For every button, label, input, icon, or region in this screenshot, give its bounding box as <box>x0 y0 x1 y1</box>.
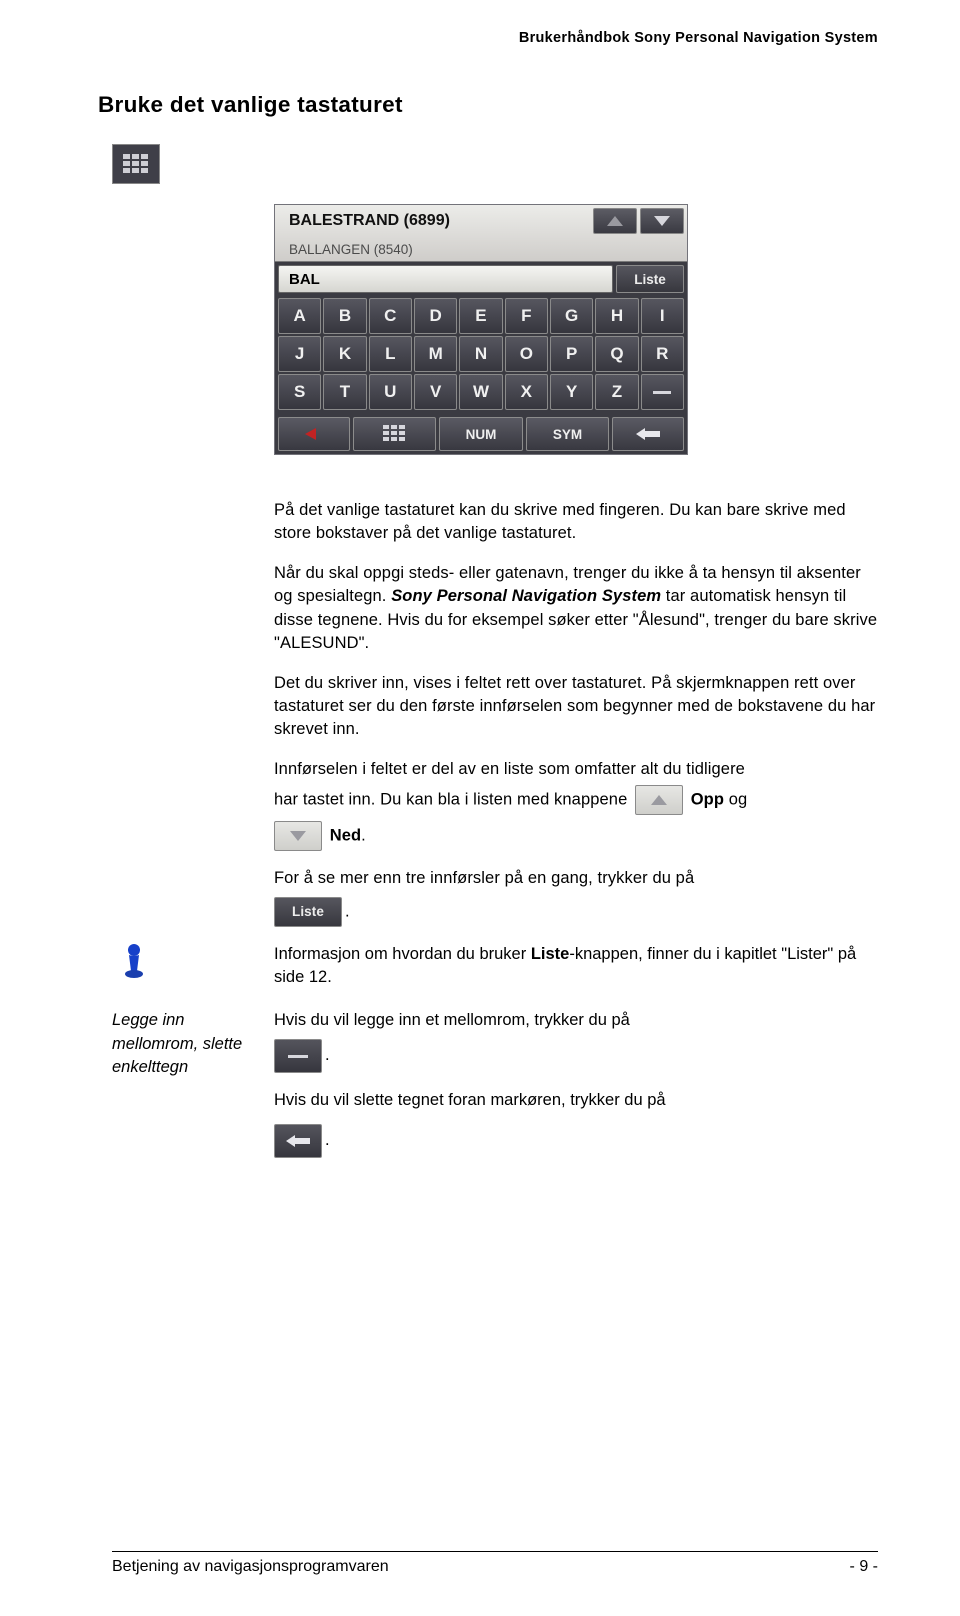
key-m[interactable]: M <box>414 336 457 372</box>
key-a[interactable]: A <box>278 298 321 334</box>
paragraph-1: På det vanlige tastaturet kan du skrive … <box>274 499 878 546</box>
info-pawn-icon <box>122 943 150 984</box>
key-n[interactable]: N <box>459 336 502 372</box>
keyboard-screenshot: BALESTRAND (6899) BALLANGEN (8540) BAL L… <box>274 204 688 455</box>
suggestion-secondary[interactable]: BALLANGEN (8540) <box>275 242 413 257</box>
inline-liste-line: Liste. <box>274 897 878 927</box>
paragraph-5: har tastet inn. Du kan bla i listen med … <box>274 785 878 815</box>
backspace-button[interactable] <box>612 417 684 451</box>
sym-button[interactable]: SYM <box>526 417 609 451</box>
num-button[interactable]: NUM <box>439 417 522 451</box>
backspace-key-icon <box>274 1124 322 1158</box>
delete-line: Hvis du vil slette tegnet foran markøren… <box>274 1089 878 1112</box>
suggestion-primary[interactable]: BALESTRAND (6899) <box>275 212 593 230</box>
paragraph-4: Innførselen i feltet er del av en liste … <box>274 758 878 781</box>
space-key-line: . <box>274 1039 878 1073</box>
key-i[interactable]: I <box>641 298 684 334</box>
key-x[interactable]: X <box>505 374 548 410</box>
down-icon <box>274 821 322 851</box>
key-g[interactable]: G <box>550 298 593 334</box>
key-b[interactable]: B <box>323 298 366 334</box>
paragraph-3: Det du skriver inn, vises i feltet rett … <box>274 672 878 742</box>
key-p[interactable]: P <box>550 336 593 372</box>
running-header: Brukerhåndbok Sony Personal Navigation S… <box>112 30 878 46</box>
key-v[interactable]: V <box>414 374 457 410</box>
footer-left: Betjening av navigasjonsprogramvaren <box>112 1558 389 1576</box>
key-t[interactable]: T <box>323 374 366 410</box>
key-o[interactable]: O <box>505 336 548 372</box>
section-title: Bruke det vanlige tastaturet <box>98 92 878 118</box>
key-space[interactable] <box>641 374 684 410</box>
scroll-down-button[interactable] <box>640 208 684 234</box>
key-d[interactable]: D <box>414 298 457 334</box>
liste-button-inline: Liste <box>274 897 342 927</box>
key-u[interactable]: U <box>369 374 412 410</box>
paragraph-6: Ned. <box>274 821 878 851</box>
key-l[interactable]: L <box>369 336 412 372</box>
key-s[interactable]: S <box>278 374 321 410</box>
footer-page-number: - 9 - <box>850 1558 878 1576</box>
key-f[interactable]: F <box>505 298 548 334</box>
text-input[interactable]: BAL <box>278 265 613 293</box>
key-w[interactable]: W <box>459 374 502 410</box>
key-k[interactable]: K <box>323 336 366 372</box>
paragraph-2: Når du skal oppgi steds- eller gatenavn,… <box>274 562 878 656</box>
space-key-icon <box>274 1039 322 1073</box>
keyboard-grid-icon <box>112 144 160 184</box>
margin-label: Legge inn mellomrom, slette enkelttegn <box>112 1009 274 1078</box>
key-q[interactable]: Q <box>595 336 638 372</box>
key-y[interactable]: Y <box>550 374 593 410</box>
key-h[interactable]: H <box>595 298 638 334</box>
key-j[interactable]: J <box>278 336 321 372</box>
up-icon <box>635 785 683 815</box>
key-c[interactable]: C <box>369 298 412 334</box>
key-z[interactable]: Z <box>595 374 638 410</box>
key-e[interactable]: E <box>459 298 502 334</box>
scroll-up-button[interactable] <box>593 208 637 234</box>
note-paragraph: Informasjon om hvordan du bruker Liste-k… <box>274 943 878 990</box>
liste-button[interactable]: Liste <box>616 265 684 293</box>
delete-key-line: . <box>274 1124 878 1158</box>
key-r[interactable]: R <box>641 336 684 372</box>
space-line: Hvis du vil legge inn et mellomrom, tryk… <box>274 1009 878 1032</box>
back-button[interactable] <box>278 417 350 451</box>
paragraph-7: For å se mer enn tre innførsler på en ga… <box>274 867 878 890</box>
keyboard-grid-button[interactable] <box>353 417 436 451</box>
page-footer: Betjening av navigasjonsprogramvaren - 9… <box>112 1551 878 1576</box>
